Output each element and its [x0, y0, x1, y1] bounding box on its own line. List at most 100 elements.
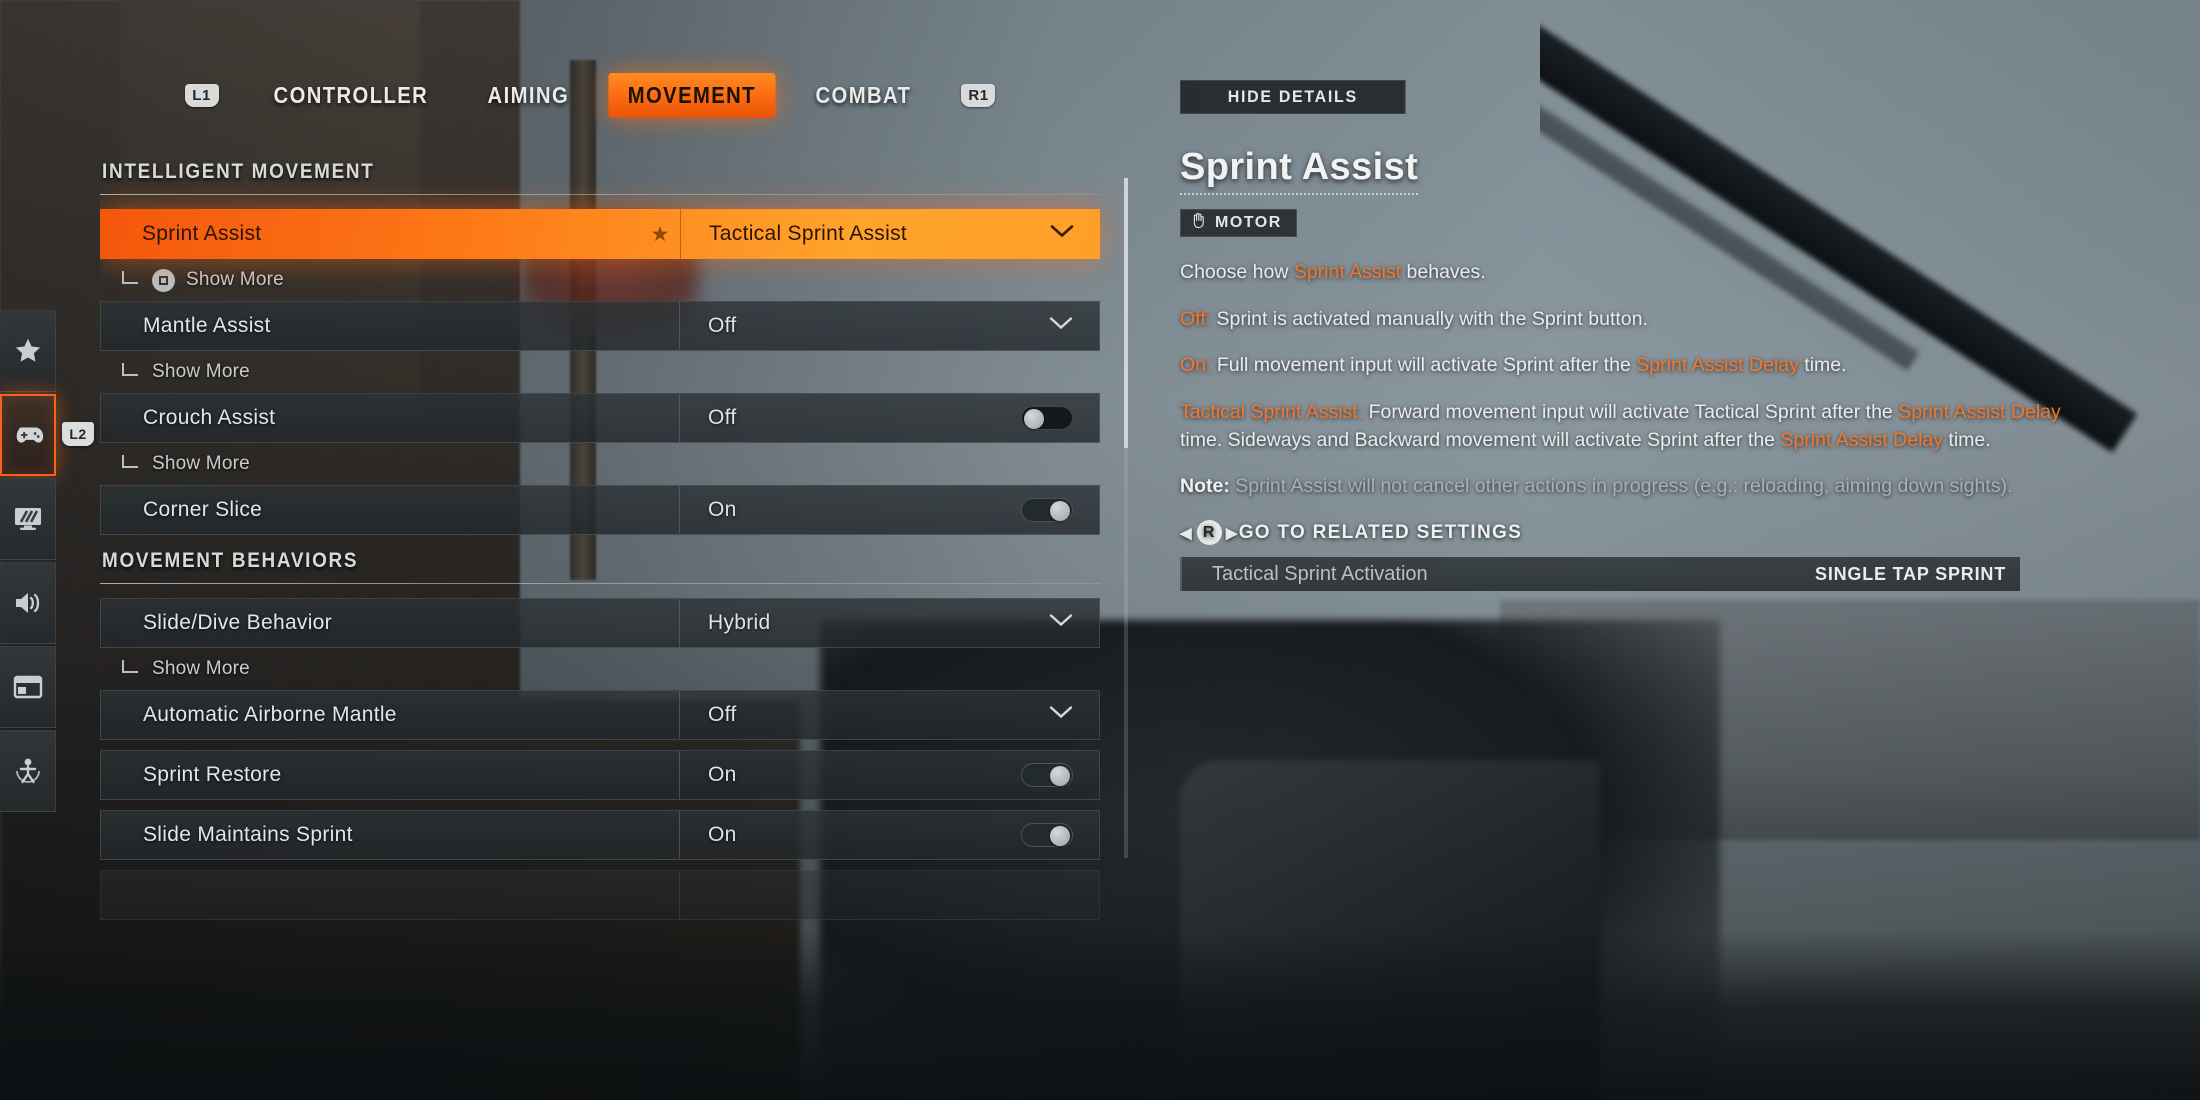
related-settings-heading[interactable]: ◀ R ▶ GO TO RELATED SETTINGS	[1180, 520, 2080, 546]
left-arrow-icon: ◀	[1180, 524, 1193, 542]
off-text: Sprint is activated manually with the Sp…	[1211, 307, 1648, 330]
toggle-knob	[1050, 501, 1070, 521]
setting-value: Off	[708, 314, 737, 337]
chevron-down-icon[interactable]	[1050, 225, 1074, 244]
setting-row-corner-slice[interactable]: Corner Slice On	[100, 485, 1100, 535]
toggle-switch[interactable]	[1021, 406, 1073, 430]
setting-label: Automatic Airborne Mantle	[143, 703, 397, 726]
setting-value: Tactical Sprint Assist	[709, 222, 907, 245]
show-more-label: Show More	[152, 453, 250, 474]
show-more-label: Show More	[152, 361, 250, 382]
interface-icon	[13, 675, 43, 699]
setting-value: Hybrid	[708, 611, 771, 634]
setting-value-area[interactable]: Off	[679, 302, 1099, 350]
setting-row-mantle-assist[interactable]: Mantle Assist Off	[100, 301, 1100, 351]
setting-label: Slide/Dive Behavior	[143, 611, 332, 634]
list-scrollbar[interactable]	[1124, 178, 1128, 858]
left-bumper-icon: L1	[184, 83, 219, 107]
setting-value: On	[708, 823, 737, 846]
hide-details-button[interactable]: HIDE DETAILS	[1180, 80, 1406, 114]
sidebar-rail: L2	[0, 310, 94, 814]
sidebar-item-audio[interactable]	[0, 562, 56, 644]
tsa-text-c: time.	[1943, 428, 1991, 451]
right-arrow-icon: ▶	[1225, 524, 1239, 542]
show-more-crouch-assist[interactable]: Show More	[100, 443, 1130, 485]
favorite-star-icon[interactable]: ★	[640, 222, 680, 247]
setting-row-partial-cutoff[interactable]	[100, 870, 1100, 920]
sidebar-item-interface[interactable]	[0, 646, 56, 728]
toggle-switch[interactable]	[1021, 763, 1073, 787]
setting-value-area[interactable]: Off	[679, 691, 1099, 739]
setting-value-area[interactable]: Tactical Sprint Assist	[680, 209, 1100, 259]
star-icon	[13, 336, 43, 366]
toggle-knob	[1024, 409, 1044, 429]
details-paragraph-tactical-sprint-assist: Tactical Sprint Assist: Forward movement…	[1180, 399, 2080, 454]
chevron-down-icon[interactable]	[1049, 614, 1073, 633]
details-body: Choose how Sprint Assist behaves. Off: S…	[1180, 259, 2080, 592]
tree-elbow-icon	[122, 270, 138, 284]
sidebar-item-favorites[interactable]	[0, 310, 56, 392]
details-title: Sprint Assist	[1180, 146, 1419, 195]
setting-label: Sprint Restore	[143, 763, 282, 786]
details-paragraph-intro: Choose how Sprint Assist behaves.	[1180, 259, 2080, 287]
tsa-highlight-2: Sprint Assist Delay	[1780, 428, 1943, 451]
accessibility-icon	[13, 757, 43, 785]
setting-value-area[interactable]	[679, 871, 1099, 919]
show-more-mantle-assist[interactable]: Show More	[100, 351, 1130, 393]
related-setting-row[interactable]: Tactical Sprint Activation SINGLE TAP SP…	[1180, 557, 2020, 592]
top-nav: L1 CONTROLLER AIMING MOVEMENT COMBAT R1	[0, 70, 1180, 120]
sidebar-item-accessibility[interactable]	[0, 730, 56, 812]
setting-label: Corner Slice	[143, 498, 263, 521]
setting-value-area[interactable]: Hybrid	[679, 599, 1099, 647]
motor-tag-label: MOTOR	[1215, 214, 1282, 231]
setting-row-crouch-assist[interactable]: Crouch Assist Off	[100, 393, 1100, 443]
scrollbar-thumb[interactable]	[1124, 178, 1128, 448]
section-title-movement-behaviors: MOVEMENT BEHAVIORS	[102, 549, 359, 572]
setting-row-sprint-restore[interactable]: Sprint Restore On	[100, 750, 1100, 800]
show-more-label: Show More	[186, 269, 284, 290]
setting-row-automatic-airborne-mantle[interactable]: Automatic Airborne Mantle Off	[100, 690, 1100, 740]
hand-icon	[1191, 212, 1206, 234]
note-key: Note:	[1180, 475, 1230, 498]
chevron-down-icon[interactable]	[1049, 706, 1073, 725]
section-divider	[100, 194, 1100, 195]
show-more-sprint-assist[interactable]: Show More	[100, 259, 1130, 301]
on-key: On:	[1180, 354, 1212, 377]
setting-label: Sprint Assist	[142, 222, 262, 245]
setting-row-slide-dive-behavior[interactable]: Slide/Dive Behavior Hybrid	[100, 598, 1100, 648]
sidebar-item-controller[interactable]: L2	[0, 394, 94, 476]
setting-value: Off	[708, 406, 737, 429]
tab-movement[interactable]: MOVEMENT	[608, 72, 776, 118]
tsa-highlight-1: Sprint Assist Delay	[1898, 401, 2061, 424]
tab-aiming[interactable]: AIMING	[468, 73, 588, 118]
related-setting-value: SINGLE TAP SPRINT	[1815, 563, 2006, 584]
tab-controller[interactable]: CONTROLLER	[254, 73, 447, 118]
setting-value: On	[708, 763, 737, 786]
details-panel: HIDE DETAILS Sprint Assist MOTOR Choose …	[1180, 80, 2160, 592]
tsa-text-a: Forward movement input will activate Tac…	[1363, 401, 1899, 424]
setting-label: Crouch Assist	[143, 406, 276, 429]
setting-row-slide-maintains-sprint[interactable]: Slide Maintains Sprint On	[100, 810, 1100, 860]
settings-list: INTELLIGENT MOVEMENT Sprint Assist ★ Tac…	[100, 160, 1130, 1010]
details-paragraph-note: Note: Sprint Assist will not cancel othe…	[1180, 473, 2080, 501]
toggle-switch[interactable]	[1021, 498, 1073, 522]
right-bumper-icon: R1	[961, 83, 996, 107]
tab-combat[interactable]: COMBAT	[796, 73, 930, 118]
section-title-intelligent-movement: INTELLIGENT MOVEMENT	[102, 160, 375, 183]
setting-label: Mantle Assist	[143, 314, 271, 337]
tree-elbow-icon	[122, 362, 138, 376]
tsa-key: Tactical Sprint Assist:	[1180, 401, 1364, 424]
tree-elbow-icon	[122, 454, 138, 468]
l2-badge: L2	[62, 422, 94, 446]
show-more-slide-dive-behavior[interactable]: Show More	[100, 648, 1130, 690]
section-divider	[100, 583, 1100, 584]
toggle-knob	[1050, 766, 1070, 786]
square-button-icon	[152, 268, 175, 292]
sidebar-item-graphics[interactable]	[0, 478, 56, 560]
toggle-switch[interactable]	[1021, 823, 1073, 847]
setting-row-sprint-assist[interactable]: Sprint Assist ★ Tactical Sprint Assist	[100, 209, 1100, 259]
gamepad-icon	[11, 423, 45, 447]
chevron-down-icon[interactable]	[1049, 317, 1073, 336]
